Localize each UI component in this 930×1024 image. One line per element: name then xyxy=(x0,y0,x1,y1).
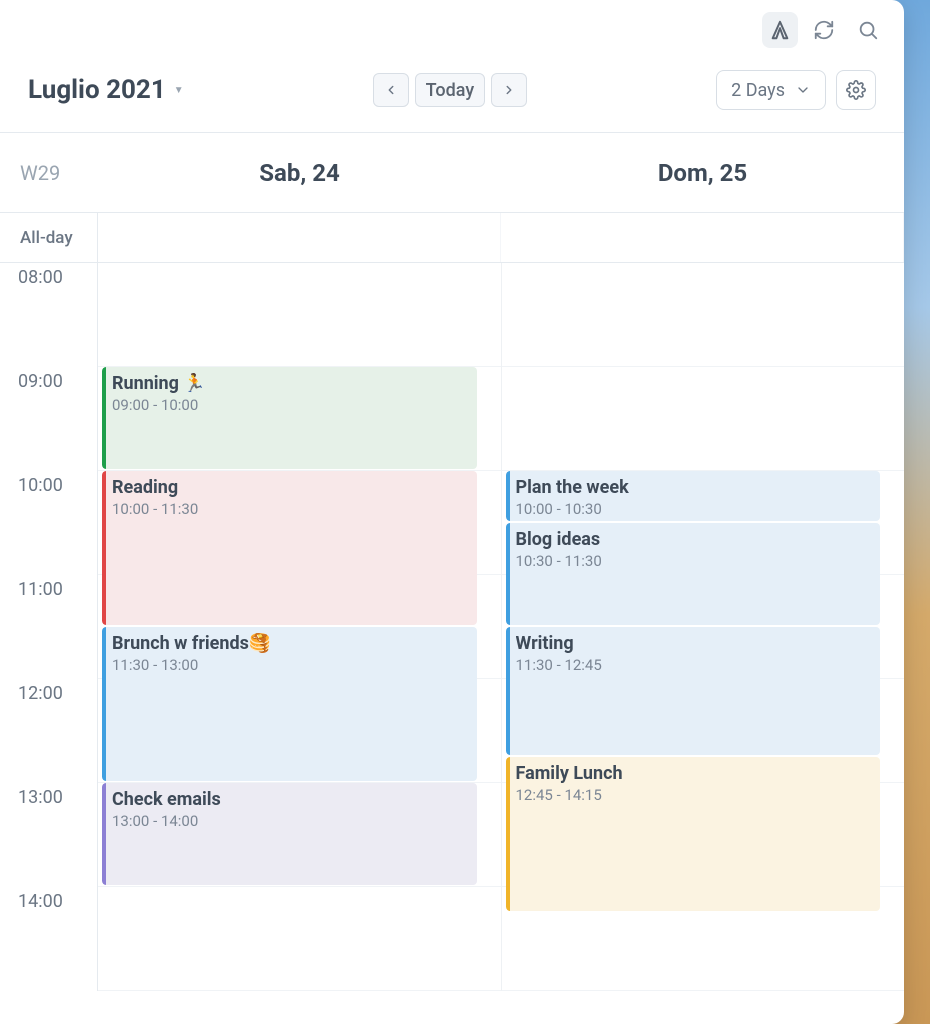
chevron-down-icon: ▼ xyxy=(174,85,184,96)
event-color-bar xyxy=(102,783,106,885)
app-mode-button[interactable] xyxy=(762,12,798,48)
event-title: Reading xyxy=(112,477,467,498)
month-title-text: Luglio 2021 xyxy=(28,75,166,105)
month-picker[interactable]: Luglio 2021 ▼ xyxy=(28,75,184,105)
chevron-left-icon xyxy=(384,83,398,97)
today-label: Today xyxy=(426,80,475,101)
event-title: Running 🏃 xyxy=(112,373,467,394)
event-color-bar xyxy=(506,471,510,521)
hour-label: 08:00 xyxy=(0,263,97,367)
view-range-select[interactable]: 2 Days xyxy=(716,70,826,110)
day-header[interactable]: Dom, 25 xyxy=(501,133,904,212)
event-color-bar xyxy=(506,757,510,911)
allday-cell[interactable] xyxy=(98,213,501,262)
allday-cell[interactable] xyxy=(501,213,904,262)
prev-button[interactable] xyxy=(373,73,409,107)
app-window: Luglio 2021 ▼ Today 2 Days xyxy=(0,0,904,1024)
calendar-event[interactable]: Check emails 13:00 - 14:00 xyxy=(102,783,477,885)
event-title: Writing xyxy=(516,633,871,654)
allday-row: All-day xyxy=(0,213,904,263)
next-button[interactable] xyxy=(491,73,527,107)
search-icon xyxy=(857,19,879,41)
event-time: 10:00 - 10:30 xyxy=(516,500,871,518)
view-controls: 2 Days xyxy=(716,70,876,110)
time-gutter: 08:0009:0010:0011:0012:0013:0014:00 xyxy=(0,263,98,991)
event-title: Family Lunch xyxy=(516,763,871,784)
event-time: 12:45 - 14:15 xyxy=(516,786,871,804)
event-color-bar xyxy=(506,627,510,755)
settings-button[interactable] xyxy=(836,70,876,110)
triangle-icon xyxy=(769,19,791,41)
hour-label: 13:00 xyxy=(0,783,97,887)
event-time: 10:30 - 11:30 xyxy=(516,552,871,570)
event-color-bar xyxy=(506,523,510,625)
hour-label: 09:00 xyxy=(0,367,97,471)
event-title: Brunch w friends🥞 xyxy=(112,633,467,654)
desktop-background xyxy=(904,0,930,1024)
chevron-down-icon xyxy=(795,82,811,98)
hour-label: 14:00 xyxy=(0,887,97,991)
chevron-right-icon xyxy=(502,83,516,97)
event-time: 09:00 - 10:00 xyxy=(112,396,467,414)
event-time: 11:30 - 13:00 xyxy=(112,656,467,674)
allday-label: All-day xyxy=(0,213,98,262)
event-color-bar xyxy=(102,471,106,625)
top-toolbar xyxy=(0,0,904,60)
calendar-event[interactable]: Running 🏃 09:00 - 10:00 xyxy=(102,367,477,469)
sync-button[interactable] xyxy=(806,12,842,48)
calendar-event[interactable]: Writing 11:30 - 12:45 xyxy=(506,627,881,755)
schedule-grid[interactable]: 08:0009:0010:0011:0012:0013:0014:00 Runn… xyxy=(0,263,904,1024)
search-button[interactable] xyxy=(850,12,886,48)
event-color-bar xyxy=(102,367,106,469)
event-time: 10:00 - 11:30 xyxy=(112,500,467,518)
hour-label: 11:00 xyxy=(0,575,97,679)
event-color-bar xyxy=(102,627,106,781)
event-title: Plan the week xyxy=(516,477,871,498)
calendar-event[interactable]: Brunch w friends🥞 11:30 - 13:00 xyxy=(102,627,477,781)
event-title: Check emails xyxy=(112,789,467,810)
week-label: W29 xyxy=(0,133,98,212)
today-button[interactable]: Today xyxy=(415,73,486,107)
allday-cells xyxy=(98,213,904,262)
columns-area: Running 🏃 09:00 - 10:00 Reading 10:00 - 11:… xyxy=(98,263,904,991)
event-time: 13:00 - 14:00 xyxy=(112,812,467,830)
calendar-event[interactable]: Family Lunch 12:45 - 14:15 xyxy=(506,757,881,911)
day-column[interactable]: Plan the week 10:00 - 10:30 Blog ideas 10:3… xyxy=(501,263,905,991)
date-nav: Today xyxy=(373,73,528,107)
calendar-event[interactable]: Plan the week 10:00 - 10:30 xyxy=(506,471,881,521)
day-header-row: W29 Sab, 24Dom, 25 xyxy=(0,133,904,213)
event-title: Blog ideas xyxy=(516,529,871,550)
hour-label: 10:00 xyxy=(0,471,97,575)
sync-icon xyxy=(813,19,835,41)
calendar-event[interactable]: Blog ideas 10:30 - 11:30 xyxy=(506,523,881,625)
day-header[interactable]: Sab, 24 xyxy=(98,133,501,212)
gear-icon xyxy=(846,80,866,100)
hour-label: 12:00 xyxy=(0,679,97,783)
calendar-header: Luglio 2021 ▼ Today 2 Days xyxy=(0,60,904,133)
week-number: W29 xyxy=(20,161,60,185)
calendar-event[interactable]: Reading 10:00 - 11:30 xyxy=(102,471,477,625)
day-column[interactable]: Running 🏃 09:00 - 10:00 Reading 10:00 - 11:… xyxy=(98,263,501,991)
view-range-label: 2 Days xyxy=(731,80,785,101)
event-time: 11:30 - 12:45 xyxy=(516,656,871,674)
